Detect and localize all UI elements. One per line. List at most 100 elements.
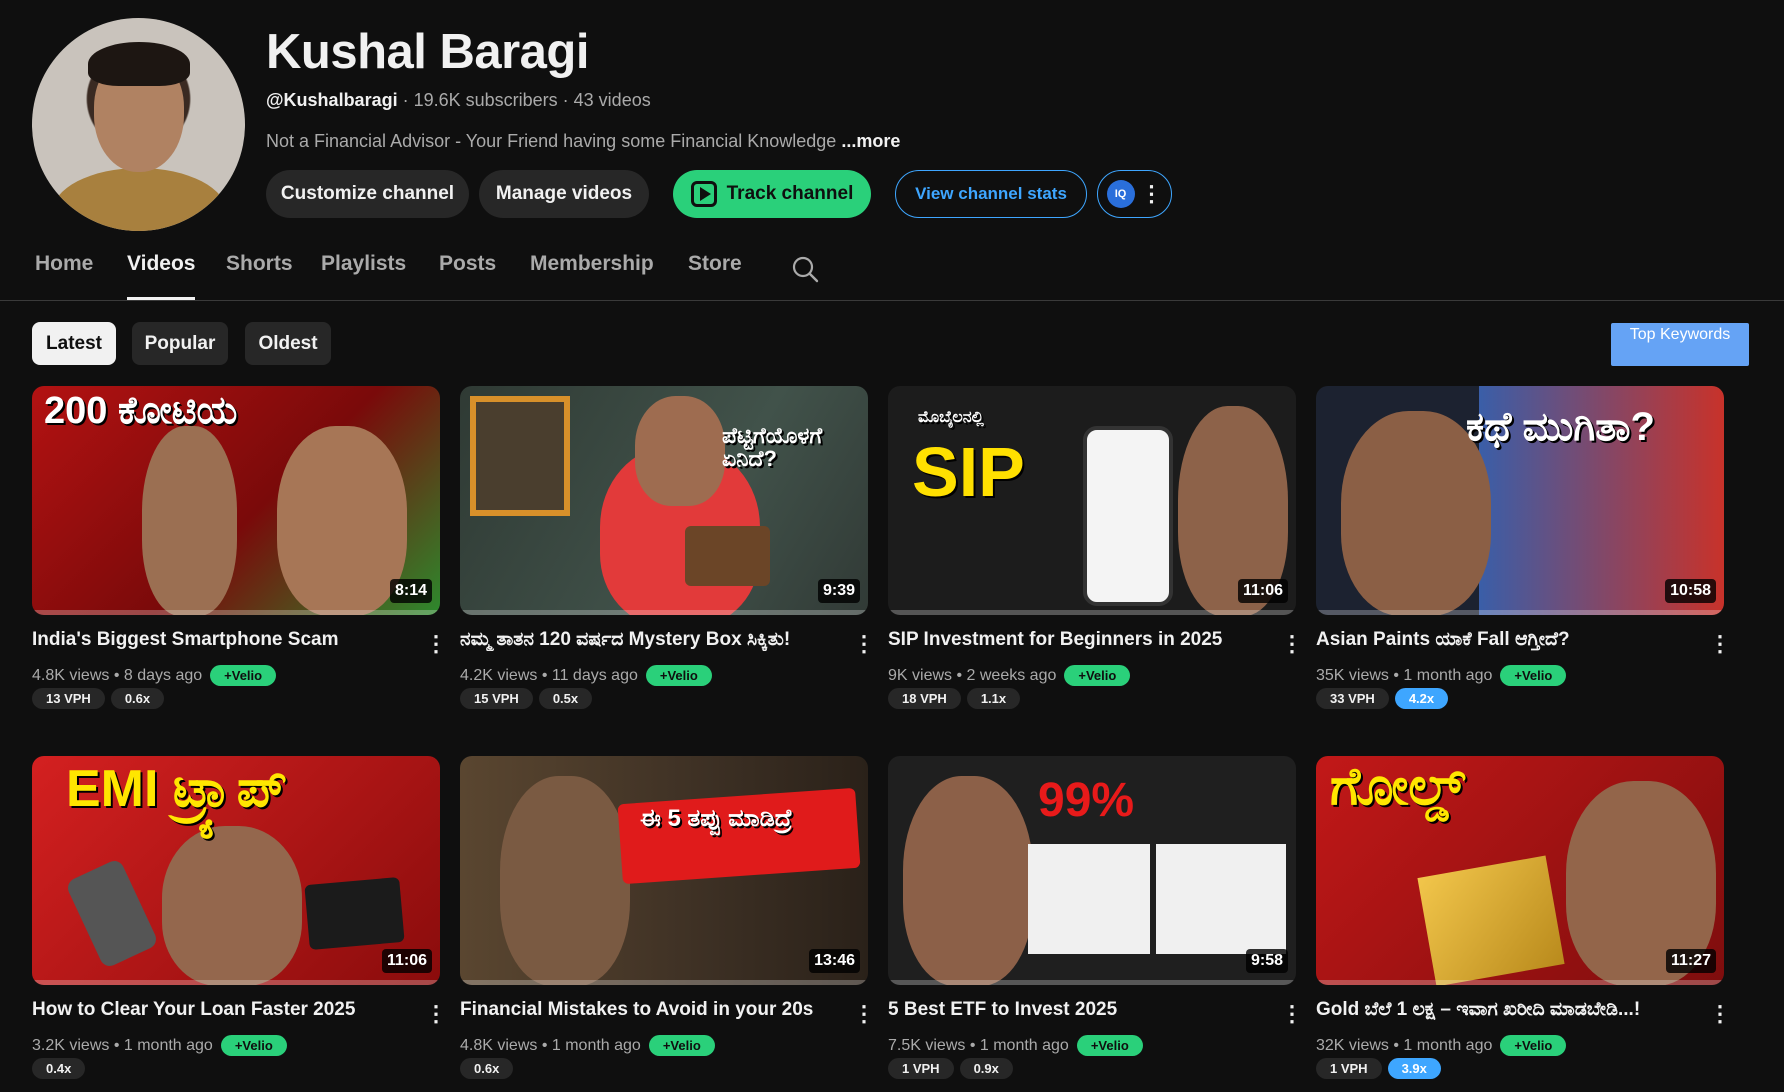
video-thumbnail[interactable]: ಮೊಬೈಲನಲ್ಲಿ SIP 11:06 — [888, 386, 1296, 615]
thumbnail-mutual-fund-chart — [1028, 844, 1150, 954]
video-title[interactable]: SIP Investment for Beginners in 2025 — [888, 629, 1268, 651]
video-thumbnail[interactable]: 99% 9:58 — [888, 756, 1296, 985]
video-card[interactable]: EMI ಟ್ರ್ಯಾಪ್ 11:06 How to Clear Your Loa… — [32, 756, 447, 1079]
video-stats: 4.2K views • 11 days ago +Velio — [460, 665, 712, 686]
channel-handle[interactable]: @Kushalbaragi — [266, 90, 398, 110]
video-menu-icon[interactable]: ⋮ — [853, 1001, 875, 1027]
video-card[interactable]: 200 ಕೋಟಿಯ 8:14 India's Biggest Smartphon… — [32, 386, 447, 709]
video-card[interactable]: ಗೋಲ್ಡ್ 11:27 Gold ಬೆಲೆ 1 ಲಕ್ಷ – ಇವಾಗ ಖರೀ… — [1316, 756, 1731, 1079]
video-thumbnail[interactable]: ಗೋಲ್ಡ್ 11:27 — [1316, 756, 1724, 985]
video-badges: 15 VPH 0.5x — [460, 688, 593, 709]
tab-playlists[interactable]: Playlists — [321, 252, 406, 300]
thumbnail-text: SIP — [912, 433, 1025, 511]
video-thumbnail[interactable]: 200 ಕೋಟಿಯ 8:14 — [32, 386, 440, 615]
video-thumbnail[interactable]: ಪೆಟ್ಟಿಗೆಯೊಳಗೆ ಏನಿದೆ? 9:39 — [460, 386, 868, 615]
channel-description[interactable]: Not a Financial Advisor - Your Friend ha… — [266, 131, 900, 152]
video-duration: 13:46 — [809, 949, 860, 973]
video-title[interactable]: How to Clear Your Loan Faster 2025 — [32, 999, 412, 1021]
video-menu-icon[interactable]: ⋮ — [1281, 1001, 1303, 1027]
channel-stats-text: · 19.6K subscribers · 43 videos — [397, 90, 651, 110]
thumbnail-etf-chart — [1156, 844, 1286, 954]
manage-videos-button[interactable]: Manage videos — [479, 170, 649, 218]
video-title[interactable]: ನಮ್ಮ ತಾತನ 120 ವರ್ಷದ Mystery Box ಸಿಕ್ಕಿತು… — [460, 629, 840, 651]
velio-badge[interactable]: +Velio — [220, 1035, 287, 1056]
iq-extension-button[interactable]: IQ ⋮ — [1097, 170, 1172, 218]
thumbnail-person — [903, 776, 1033, 985]
thumbnail-text: ಕಥೆ ಮುಗಿತಾ? — [1466, 405, 1655, 449]
velio-badge[interactable]: +Velio — [1076, 1035, 1143, 1056]
video-card[interactable]: ಕಥೆ ಮುಗಿತಾ? 10:58 Asian Paints ಯಾಕೆ Fall… — [1316, 386, 1731, 709]
video-age: 2 weeks ago — [966, 666, 1057, 684]
thumbnail-box — [685, 526, 770, 586]
chip-oldest[interactable]: Oldest — [245, 322, 331, 365]
video-menu-icon[interactable]: ⋮ — [1281, 631, 1303, 657]
video-title[interactable]: India's Biggest Smartphone Scam — [32, 629, 412, 651]
video-menu-icon[interactable]: ⋮ — [425, 631, 447, 657]
velio-badge[interactable]: +Velio — [1500, 665, 1567, 686]
vph-badge: 1 VPH — [1316, 1058, 1382, 1079]
video-badges: 13 VPH 0.6x — [32, 688, 165, 709]
tabs-divider — [0, 300, 1784, 301]
chip-latest[interactable]: Latest — [32, 322, 116, 365]
video-duration: 11:06 — [1237, 579, 1288, 603]
more-vert-icon: ⋮ — [1140, 181, 1163, 206]
video-thumbnail[interactable]: ಈ 5 ತಪ್ಪು ಮಾಡಿದ್ರೆ 13:46 — [460, 756, 868, 985]
thumbnail-text: 99% — [1038, 774, 1135, 827]
video-title[interactable]: Gold ಬೆಲೆ 1 ಲಕ್ಷ – ಇವಾಗ ಖರೀದಿ ಮಾಡಬೇಡಿ...… — [1316, 999, 1696, 1021]
vph-badge: 33 VPH — [1316, 688, 1389, 709]
video-badges: 1 VPH 3.9x — [1316, 1058, 1441, 1079]
video-duration: 11:27 — [1665, 949, 1716, 973]
vph-badge: 18 VPH — [888, 688, 961, 709]
velio-badge[interactable]: +Velio — [210, 665, 277, 686]
chip-popular[interactable]: Popular — [132, 322, 228, 365]
velio-badge[interactable]: +Velio — [645, 665, 712, 686]
video-stats: 4.8K views • 1 month ago +Velio — [460, 1035, 715, 1056]
play-icon — [690, 181, 717, 207]
search-icon[interactable] — [790, 254, 820, 284]
thumbnail-person — [277, 426, 407, 615]
video-title[interactable]: 5 Best ETF to Invest 2025 — [888, 999, 1268, 1021]
video-duration: 9:58 — [1245, 949, 1288, 973]
video-badges: 18 VPH 1.1x — [888, 688, 1021, 709]
thumbnail-text: ಗೋಲ್ಡ್ — [1330, 758, 1465, 816]
tab-shorts[interactable]: Shorts — [226, 252, 293, 300]
view-channel-stats-button[interactable]: View channel stats — [895, 170, 1087, 218]
outlier-ratio-badge: 0.6x — [460, 1058, 514, 1079]
video-thumbnail[interactable]: ಕಥೆ ಮುಗಿತಾ? 10:58 — [1316, 386, 1724, 615]
video-badges: 0.4x — [32, 1058, 86, 1079]
top-keywords-button[interactable]: Top Keywords — [1611, 323, 1749, 366]
channel-avatar[interactable] — [32, 18, 245, 231]
video-card[interactable]: ಪೆಟ್ಟಿಗೆಯೊಳಗೆ ಏನಿದೆ? 9:39 ನಮ್ಮ ತಾತನ 120 … — [460, 386, 875, 709]
vph-badge: 1 VPH — [888, 1058, 954, 1079]
track-channel-button[interactable]: Track channel — [673, 170, 871, 218]
tab-posts[interactable]: Posts — [439, 252, 496, 300]
iq-logo-icon: IQ — [1106, 180, 1135, 208]
video-title[interactable]: Financial Mistakes to Avoid in your 20s — [460, 999, 840, 1021]
video-menu-icon[interactable]: ⋮ — [425, 1001, 447, 1027]
video-menu-icon[interactable]: ⋮ — [1709, 631, 1731, 657]
more-link[interactable]: ...more — [841, 131, 900, 151]
tab-membership[interactable]: Membership — [530, 252, 654, 300]
outlier-ratio-badge: 0.6x — [110, 688, 165, 709]
tab-videos[interactable]: Videos — [127, 252, 196, 300]
video-menu-icon[interactable]: ⋮ — [853, 631, 875, 657]
video-menu-icon[interactable]: ⋮ — [1709, 1001, 1731, 1027]
video-card[interactable]: ಈ 5 ತಪ್ಪು ಮಾಡಿದ್ರೆ 13:46 Financial Mista… — [460, 756, 875, 1079]
video-stats: 35K views • 1 month ago +Velio — [1316, 665, 1567, 686]
video-card[interactable]: 99% 9:58 5 Best ETF to Invest 2025 ⋮ 7.5… — [888, 756, 1303, 1079]
velio-badge[interactable]: +Velio — [1064, 665, 1131, 686]
customize-channel-button[interactable]: Customize channel — [266, 170, 469, 218]
video-thumbnail[interactable]: EMI ಟ್ರ್ಯಾಪ್ 11:06 — [32, 756, 440, 985]
outlier-ratio-badge: 0.5x — [538, 688, 593, 709]
vph-badge: 13 VPH — [32, 688, 105, 709]
velio-badge[interactable]: +Velio — [648, 1035, 715, 1056]
video-title[interactable]: Asian Paints ಯಾಕೆ Fall ಆಗ್ತೀದೆ? — [1316, 629, 1696, 651]
video-views: 35K views — [1316, 666, 1389, 684]
tab-home[interactable]: Home — [35, 252, 93, 300]
thumbnail-person — [162, 826, 302, 985]
video-age: 1 month ago — [551, 1036, 641, 1054]
outlier-ratio-badge: 1.1x — [966, 688, 1021, 709]
video-card[interactable]: ಮೊಬೈಲನಲ್ಲಿ SIP 11:06 SIP Investment for … — [888, 386, 1303, 709]
tab-store[interactable]: Store — [688, 252, 742, 300]
velio-badge[interactable]: +Velio — [1500, 1035, 1567, 1056]
